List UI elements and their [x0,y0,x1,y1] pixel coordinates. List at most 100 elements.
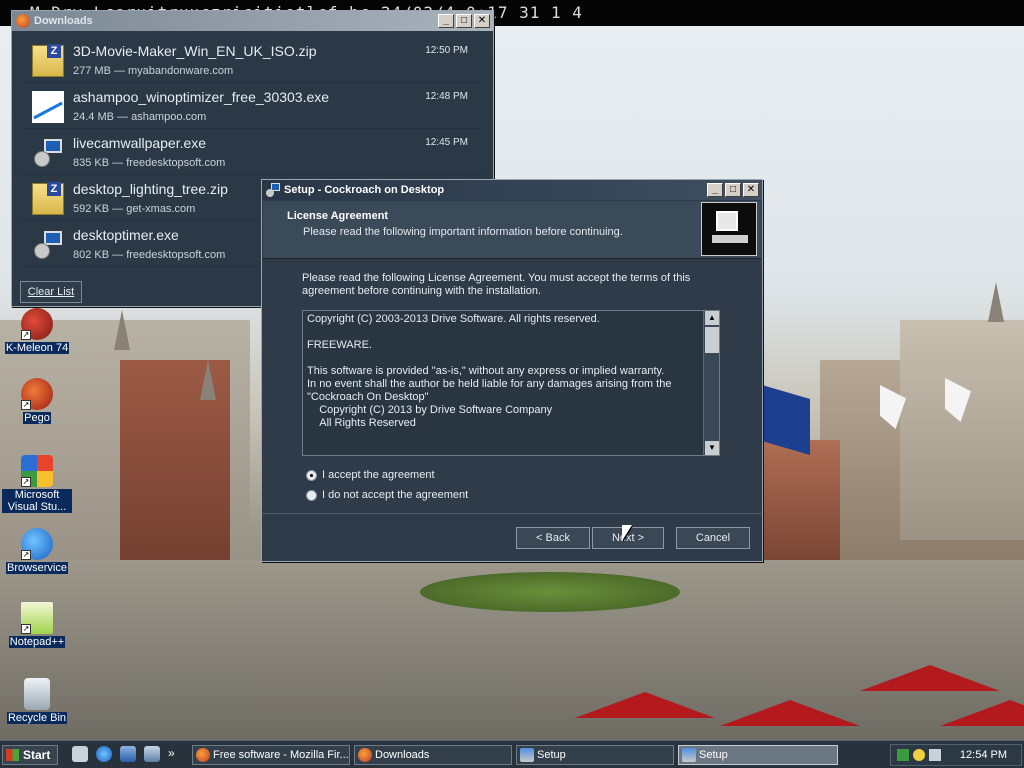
page-heading: License Agreement [287,210,389,222]
task-label: Setup [699,749,728,761]
spire [114,310,130,350]
download-meta: 592 KB — get-xmas.com [73,203,196,215]
taskbar: Start » Free software - Mozilla Fir... D… [0,740,1024,768]
shortcut-arrow-icon: ↗ [21,550,31,560]
shortcut-arrow-icon: ↗ [21,624,31,634]
minimize-button[interactable]: _ [707,183,723,197]
exe-file-icon [32,91,64,123]
download-name: desktoptimer.exe [73,227,179,243]
desktop-icon-recycle-bin[interactable]: Recycle Bin [2,678,72,724]
zip-file-icon: Z [32,44,64,77]
clear-list-button[interactable]: Clear List [20,281,82,303]
download-meta: 277 MB — myabandonware.com [73,65,234,77]
decline-label: I do not accept the agreement [322,489,469,501]
scroll-thumb[interactable] [705,327,719,353]
download-time: 12:48 PM [425,91,468,102]
quick-launch-more-icon[interactable]: » [168,746,175,760]
show-desktop-icon[interactable] [72,746,88,762]
button-divider [262,513,762,514]
scroll-down-icon[interactable]: ▼ [705,441,719,455]
garden [420,572,680,612]
setup-app-icon [520,748,534,762]
license-textbox[interactable]: Copyright (C) 2003-2013 Drive Software. … [302,310,720,456]
close-button[interactable]: ✕ [474,14,490,28]
volume-icon[interactable] [929,749,941,761]
desktop-icon-notepad-plus-plus[interactable]: ↗ Notepad++ [2,602,72,648]
accept-radio[interactable] [306,469,317,481]
download-meta: 802 KB — freedesktopsoft.com [73,249,226,261]
visual-studio-icon: ↗ [21,455,53,487]
task-setup[interactable]: Setup [516,745,674,765]
download-time: 12:50 PM [425,45,468,56]
desktop-icon-label: Notepad++ [8,636,66,648]
download-name: ashampoo_winoptimizer_free_30303.exe [73,89,330,105]
desktop-icon-label: Microsoft Visual Stu... [2,489,72,513]
cancel-button[interactable]: Cancel [676,527,750,549]
download-item[interactable]: Z 3D-Movie-Maker_Win_EN_UK_ISO.zip 277 M… [22,37,482,83]
desktop-icon-pego[interactable]: ↗ Pego [2,378,72,424]
building [760,440,840,560]
download-meta: 24.4 MB — ashampoo.com [73,111,207,123]
umbrella [575,692,715,718]
setup-app-icon [266,183,280,197]
desktop-icon-visual-studio[interactable]: ↗ Microsoft Visual Stu... [2,455,72,513]
setup-file-icon [32,229,64,261]
download-time: 12:45 PM [425,137,468,148]
notepad-plus-plus-icon: ↗ [21,602,53,634]
downloads-title: Downloads [34,15,93,27]
accept-label: I accept the agreement [322,469,435,481]
scroll-up-icon[interactable]: ▲ [705,311,719,325]
explorer-icon[interactable] [144,746,160,762]
clock[interactable]: 12:54 PM [960,749,1007,761]
decline-radio[interactable] [306,489,317,501]
start-label: Start [23,748,51,762]
firefox-icon [16,14,30,28]
minimize-button[interactable]: _ [438,14,454,28]
download-meta: 835 KB — freedesktopsoft.com [73,157,226,169]
network-icon[interactable] [897,749,909,761]
maximize-button[interactable]: □ [456,14,472,28]
spire [200,360,216,400]
installer-logo-icon [701,202,757,256]
task-downloads[interactable]: Downloads [354,745,512,765]
setup-app-icon [682,748,696,762]
download-name: livecamwallpaper.exe [73,135,207,151]
license-scrollbar[interactable]: ▲ ▼ [703,311,719,455]
downloads-titlebar[interactable]: Downloads _ □ ✕ [12,11,493,31]
internet-explorer-icon[interactable] [96,746,112,762]
desktop-icon-label: Pego [23,412,51,424]
download-name: 3D-Movie-Maker_Win_EN_UK_ISO.zip [73,43,317,59]
building [900,320,1024,540]
decline-radio-option[interactable]: I do not accept the agreement [306,489,468,501]
task-label: Setup [537,749,566,761]
download-name: desktop_lighting_tree.zip [73,181,228,197]
umbrella [860,665,1000,691]
desktop-icon-label: Browservice [6,562,68,574]
accept-radio-option[interactable]: I accept the agreement [306,469,435,481]
tray-app-icon[interactable] [913,749,925,761]
start-button[interactable]: Start [2,745,58,765]
desktop-icon-browservice[interactable]: ↗ Browservice [2,528,72,574]
task-firefox[interactable]: Free software - Mozilla Fir... [192,745,350,765]
desktop-icon-k-meleon[interactable]: ↗ K-Meleon 74 [2,308,72,354]
desktop-icon-label: Recycle Bin [6,712,68,724]
shortcut-arrow-icon: ↗ [21,330,31,340]
firefox-icon [358,748,372,762]
task-setup-active[interactable]: Setup [678,745,838,765]
download-item[interactable]: livecamwallpaper.exe 835 KB — freedeskto… [22,129,482,175]
setup-titlebar[interactable]: Setup - Cockroach on Desktop _ □ ✕ [262,180,762,200]
setup-dialog: Setup - Cockroach on Desktop _ □ ✕ Licen… [261,179,763,562]
setup-title: Setup - Cockroach on Desktop [284,184,445,196]
spire [988,282,1004,322]
shortcut-arrow-icon: ↗ [21,477,31,487]
maximize-button[interactable]: □ [725,183,741,197]
media-icon[interactable] [120,746,136,762]
back-button[interactable]: < Back [516,527,590,549]
k-meleon-icon: ↗ [21,308,53,340]
task-label: Free software - Mozilla Fir... [213,749,349,761]
umbrella [940,700,1024,726]
download-item[interactable]: ashampoo_winoptimizer_free_30303.exe 24.… [22,83,482,129]
close-button[interactable]: ✕ [743,183,759,197]
desktop-icon-label: K-Meleon 74 [4,342,70,354]
mouse-cursor-icon [622,525,632,541]
